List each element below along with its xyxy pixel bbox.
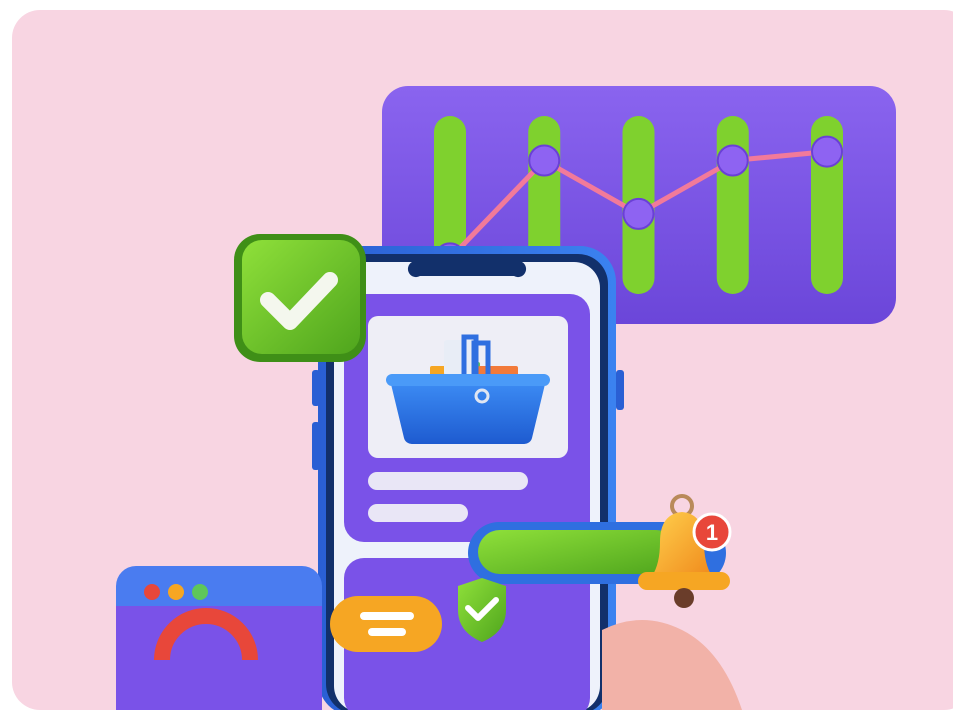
chat-bubble-icon bbox=[330, 596, 442, 652]
chart-point bbox=[716, 144, 749, 177]
illustration-canvas: 1 bbox=[12, 10, 953, 710]
product-line-1 bbox=[368, 472, 528, 490]
chart-bar bbox=[716, 116, 749, 294]
browser-window-icon bbox=[116, 566, 322, 710]
chart-point bbox=[528, 144, 561, 177]
illustration-card: 1 bbox=[12, 10, 953, 710]
notification-badge: 1 bbox=[692, 512, 732, 552]
phone-notch bbox=[407, 262, 527, 278]
svg-text:1: 1 bbox=[706, 520, 718, 545]
product-line-2 bbox=[368, 504, 468, 522]
chart-point bbox=[811, 135, 843, 168]
chart-point bbox=[622, 197, 655, 230]
check-badge bbox=[234, 234, 366, 362]
